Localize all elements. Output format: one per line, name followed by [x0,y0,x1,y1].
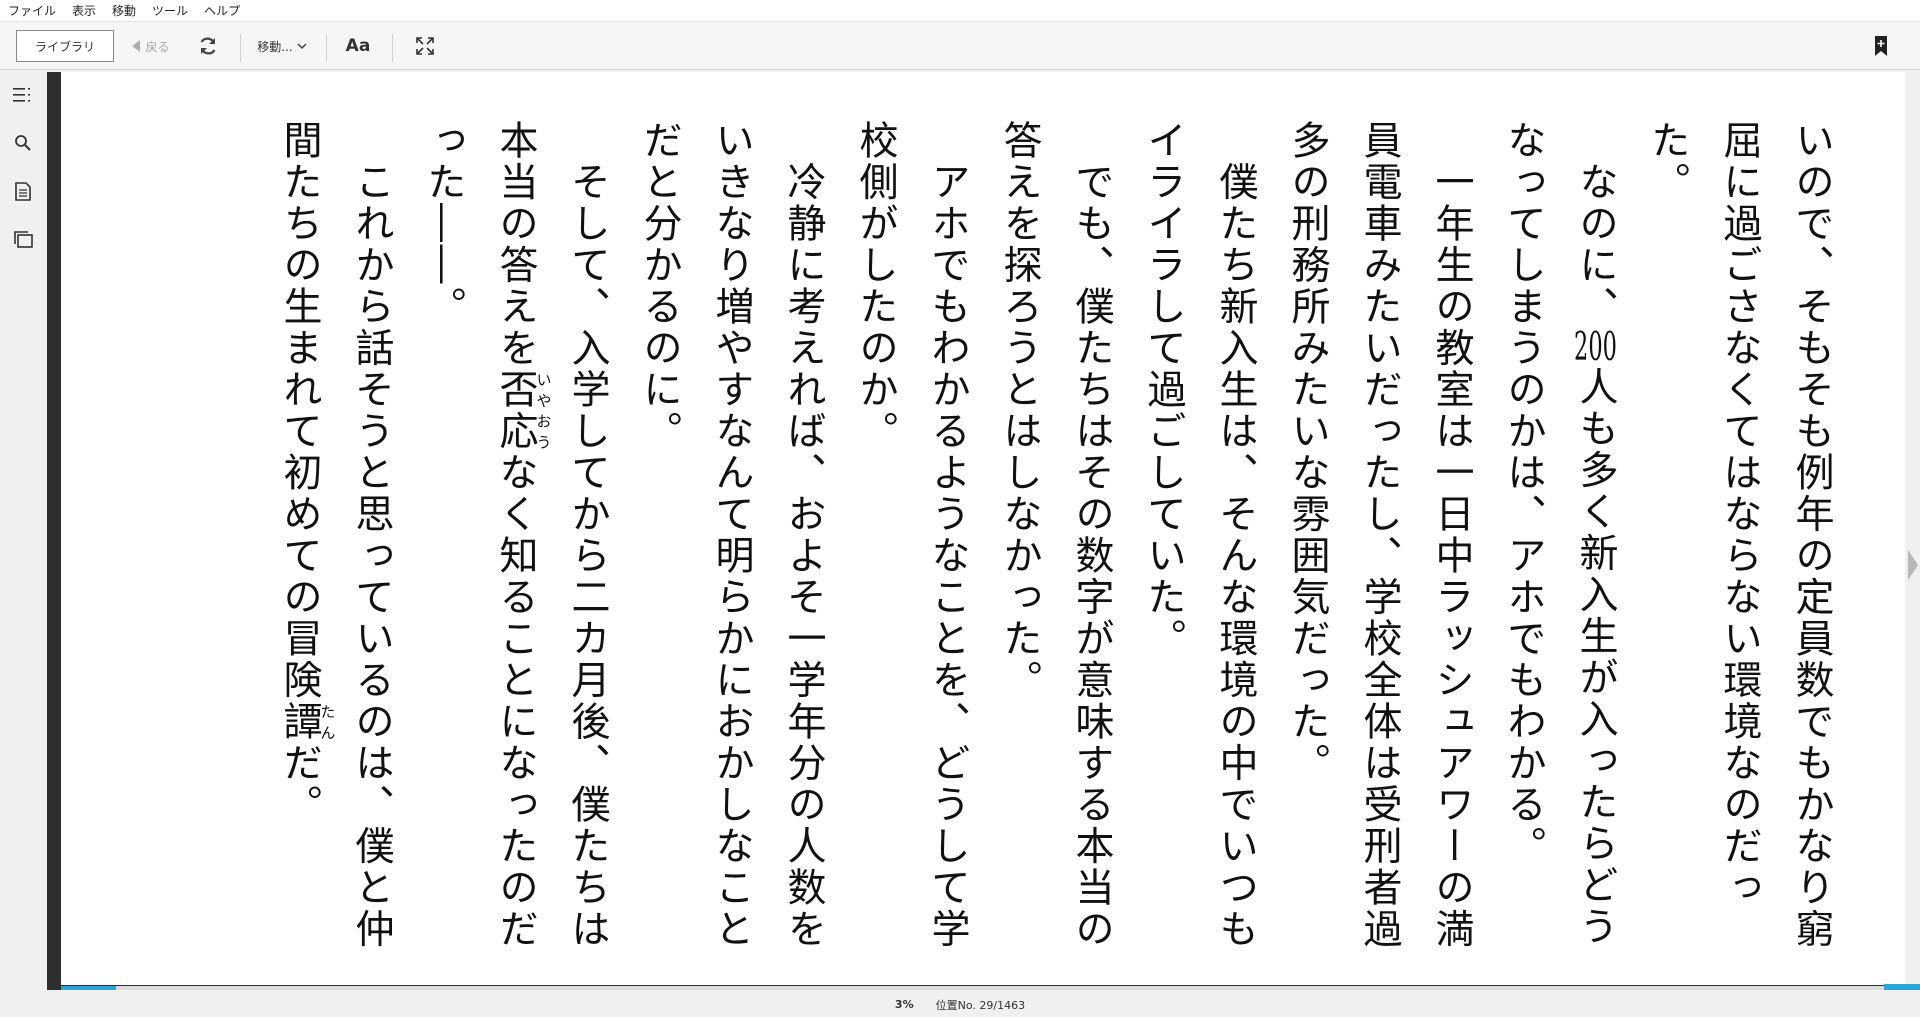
notes-icon [15,181,31,201]
menu-tools[interactable]: ツール [144,0,196,22]
font-settings-button[interactable]: Aa [342,30,374,62]
fullscreen-icon [416,37,434,55]
reading-progress-bar[interactable] [61,986,1905,990]
text-run: これから話そうと思っているのは、僕と仲間たちの生まれて初めての冒険 [277,120,394,950]
back-arrow-icon [132,40,141,52]
reading-page[interactable]: いので、そもそも例年の定員数でもかなり窮屈に過ごさなくてはならない環境なのだった… [61,72,1905,985]
paragraph: 冷静に考えれば、およそ一学年分の人数をいきなり増やすなんて明らかにおかしなことだ… [623,120,839,960]
back-button[interactable]: 戻る [126,30,176,62]
book-text: いので、そもそも例年の定員数でもかなり窮屈に過ごさなくてはならない環境なのだった… [263,120,1847,960]
progress-marker [1884,984,1920,990]
flashcards-button[interactable] [12,228,34,250]
number-run: 200 [1574,327,1617,367]
location-indicator: 位置No. 29/1463 [935,998,1026,1012]
refresh-button[interactable] [194,30,222,62]
add-bookmark-button[interactable] [1868,30,1894,62]
paragraph: これから話そうと思っているのは、僕と仲間たちの生まれて初めての冒険譚たんだ。 [263,120,407,960]
toolbar-divider [392,34,393,62]
ruby-base: 譚 [277,701,322,743]
text-run: だ。 [277,742,322,826]
paragraph: いので、そもそも例年の定員数でもかなり窮屈に過ごさなくてはならない環境なのだった… [1645,120,1834,950]
toolbar-divider [240,34,241,62]
text-run: 冷静に考えれば、およそ一学年分の人数をいきなり増やすなんて明らかにおかしなことだ… [637,120,826,950]
left-sidebar [0,70,46,988]
toc-button[interactable] [12,84,34,106]
right-gutter [1906,72,1920,990]
paragraph: なのに、200人も多く新入生が入ったらどうなってしまうのかは、アホでもわかる。 [1487,120,1631,960]
text-run: 僕たち新入生は、そんな環境の中でいつもイライラして過ごしていた。 [1141,120,1258,950]
toolbar: ライブラリ 戻る 移動... Aa [0,22,1920,70]
paragraph: そして、入学してから二カ月後、僕たちは本当の答えを否応いやおうなく知ることになっ… [407,120,623,960]
search-icon [15,135,31,151]
back-label: 戻る [145,39,170,54]
paragraph: でも、僕たちはその数字が意味する本当の答えを探ろうとはしなかった。 [983,120,1127,960]
next-page-icon [1908,550,1918,580]
paragraph: アホでもわかるようなことを、どうして学校側がしたのか。 [839,120,983,960]
fullscreen-button[interactable] [410,30,440,62]
chevron-down-icon [297,42,307,49]
text-run: でも、僕たちはその数字が意味する本当の答えを探ろうとはしなかった。 [997,120,1114,950]
next-page-button[interactable] [1906,548,1920,582]
ruby-reading: たん [318,701,337,743]
menu-go[interactable]: 移動 [104,0,144,22]
flashcards-icon [13,230,33,248]
paragraph: 一年生の教室は一日中ラッシュアワーの満員電車みたいだったし、学校全体は受刑者過多… [1271,120,1487,960]
paragraph: 僕たち新入生は、そんな環境の中でいつもイライラして過ごしていた。 [1127,120,1271,960]
goto-label: 移動... [257,39,293,54]
text-run: 一年生の教室は一日中ラッシュアワーの満員電車みたいだったし、学校全体は受刑者過多… [1285,120,1474,950]
status-bar: 3% 位置No. 29/1463 [0,992,1920,1017]
ruby-word: 否応いやおう [493,369,553,452]
ruby-word: 譚たん [277,701,337,743]
reading-progress-fill [61,986,117,990]
table-of-contents-icon [13,88,30,102]
ruby-base: 否応 [493,369,538,452]
notes-button[interactable] [12,180,34,202]
menu-help[interactable]: ヘルプ [196,0,248,22]
library-button[interactable]: ライブラリ [16,30,114,62]
progress-percent: 3% [894,998,914,1011]
goto-dropdown[interactable]: 移動... [250,30,314,62]
add-bookmark-icon [1875,36,1887,56]
toolbar-divider [326,34,327,62]
menu-file[interactable]: ファイル [0,0,64,22]
menu-bar: ファイル 表示 移動 ツール ヘルプ [0,0,1920,22]
menu-view[interactable]: 表示 [64,0,104,22]
search-button[interactable] [12,132,34,154]
text-run: アホでもわかるようなことを、どうして学校側がしたのか。 [853,120,970,950]
refresh-icon [200,37,216,55]
text-run: なのに、 [1573,161,1618,328]
ruby-reading: いやおう [534,369,553,452]
